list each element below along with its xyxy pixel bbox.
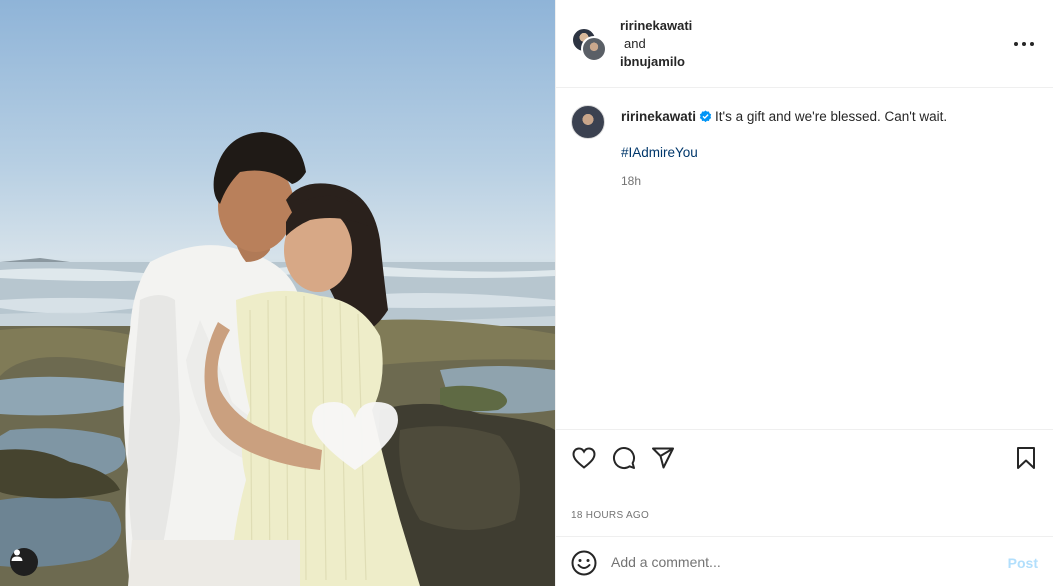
more-horizontal-icon <box>1014 42 1034 46</box>
hashtag-link[interactable]: #IAdmireYou <box>621 144 1041 162</box>
post-date[interactable]: 18 HOURS AGO <box>571 510 649 521</box>
avatar-ibnujamilo[interactable] <box>581 36 607 62</box>
emoji-button[interactable] <box>571 550 597 576</box>
caption-text: It's a gift and we're blessed. Can't wai… <box>715 109 948 124</box>
caption-time[interactable]: 18h <box>621 172 1041 190</box>
post-details-panel: ririnekawati and ibnujamilo ririnekawati… <box>555 0 1053 586</box>
post-header: ririnekawati and ibnujamilo <box>556 0 1053 88</box>
caption-body: ririnekawati It's a gift and we're blesse… <box>621 108 1041 190</box>
post-photo[interactable] <box>0 0 555 586</box>
verified-badge-icon <box>699 110 712 123</box>
comment-button[interactable] <box>610 444 638 472</box>
post-comment-button[interactable]: Post <box>1008 555 1038 571</box>
save-button[interactable] <box>1012 444 1040 472</box>
photo-illustration <box>0 132 555 586</box>
post-actions <box>556 429 1053 485</box>
collab-names: ririnekawati and ibnujamilo <box>620 17 692 71</box>
comment-icon <box>613 447 635 469</box>
user-tag-button[interactable] <box>10 548 38 576</box>
add-comment-bar: Post <box>556 536 1053 586</box>
comment-input[interactable] <box>611 550 991 574</box>
collab-avatars[interactable] <box>571 27 607 63</box>
more-options-button[interactable] <box>1012 34 1036 54</box>
caption-avatar[interactable] <box>571 105 605 139</box>
username-link-1[interactable]: ririnekawati <box>620 17 692 35</box>
like-button[interactable] <box>570 444 598 472</box>
emoji-icon <box>571 550 597 576</box>
username-link-2[interactable]: ibnujamilo <box>620 53 692 71</box>
paper-plane-icon <box>652 447 674 469</box>
share-button[interactable] <box>649 444 677 472</box>
collab-connector: and <box>624 36 646 51</box>
heart-icon <box>572 447 596 469</box>
caption-username[interactable]: ririnekawati <box>621 109 696 124</box>
user-tag-icon <box>11 549 23 561</box>
bookmark-icon <box>1017 447 1035 469</box>
